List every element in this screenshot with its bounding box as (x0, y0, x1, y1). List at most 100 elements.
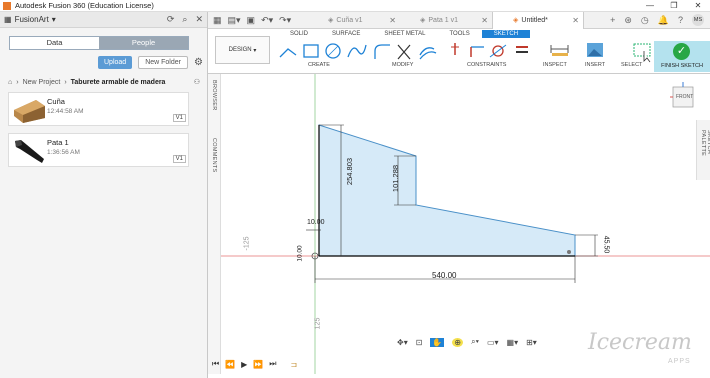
inspect-menu[interactable]: INSPECT (543, 62, 567, 68)
close-tab-icon[interactable]: ✕ (389, 16, 396, 25)
dim-small-height[interactable]: 10.00 (297, 245, 304, 261)
add-member-icon[interactable]: ⚇ (194, 78, 200, 86)
breadcrumb: ⌂ › New Project › Taburete armable de ma… (8, 78, 200, 87)
tab-tools[interactable]: TOOLS (437, 30, 481, 38)
spline-tool-icon (347, 44, 367, 58)
measure-tool-icon (550, 45, 569, 56)
part-icon: ◈ (513, 17, 519, 24)
workspace-label: DESIGN (228, 47, 252, 53)
close-button[interactable]: ✕ (686, 0, 710, 12)
tab-sketch[interactable]: SKETCH (481, 30, 531, 38)
extensions-icon[interactable]: ⊛ (624, 15, 632, 26)
insert-menu[interactable]: INSERT (585, 62, 605, 68)
new-tab-icon[interactable]: + (610, 15, 615, 25)
breadcrumb-parent[interactable]: New Project (23, 79, 61, 86)
tab-sheet-metal[interactable]: SHEET METAL (372, 30, 437, 38)
minimize-button[interactable]: — (638, 0, 662, 12)
fit-icon[interactable]: ⌕▾ (471, 337, 479, 347)
orbit-icon[interactable]: ✥▾ (397, 338, 408, 347)
watermark-logo: Icecream (588, 330, 692, 355)
tab-people[interactable]: People (99, 37, 188, 49)
tab-pata[interactable]: ◈ Pata 1 v1 ✕ (400, 12, 492, 29)
fillet-tool-icon (374, 44, 390, 59)
fusion-app-icon (3, 1, 11, 10)
select-tool-icon (633, 43, 651, 63)
step-back-icon[interactable]: ⏪ (225, 360, 235, 369)
timeline: ⏮ ⏪ ▶ ⏩ ⏭ ⊐ (212, 359, 297, 369)
notifications-icon[interactable]: 🔔 (658, 15, 669, 26)
maximize-button[interactable]: ❐ (662, 0, 686, 12)
ribbon-tabs: SOLID SURFACE SHEET METAL TOOLS SKETCH (278, 30, 531, 38)
grid-settings-icon[interactable]: ▦▾ (507, 338, 519, 347)
close-icon[interactable]: ✕ (195, 14, 203, 25)
zoom-icon[interactable]: ⊕ (452, 337, 464, 347)
view-cube[interactable]: FRONT (668, 80, 698, 110)
play-icon[interactable]: ▶ (241, 360, 247, 369)
workspace-selector[interactable]: DESIGN ▾ (215, 36, 270, 64)
go-to-start-icon[interactable]: ⏮ (212, 359, 219, 369)
finish-sketch-button[interactable]: ✓ FINISH SKETCH (654, 41, 710, 72)
tab-data[interactable]: Data (10, 37, 99, 49)
tab-cuna[interactable]: ◈ Cuña v1 ✕ (308, 12, 400, 29)
data-panel-header: ▦ FusionArt ▾ ⟳ ⌕ ✕ (0, 12, 207, 28)
list-item[interactable]: Cuña 12:44:58 AM V1 (8, 92, 189, 126)
data-panel: ▦ FusionArt ▾ ⟳ ⌕ ✕ Data People Upload N… (0, 12, 208, 378)
title-bar: Autodesk Fusion 360 (Education License) … (0, 0, 710, 12)
item-name: Pata 1 (47, 138, 69, 147)
display-settings-icon[interactable]: ▭▾ (487, 338, 499, 347)
viewports-icon[interactable]: ⊞▾ (526, 338, 537, 347)
chevron-down-icon: ▾ (251, 47, 257, 54)
version-badge[interactable]: V1 (172, 155, 186, 163)
constraints-menu[interactable]: CONSTRAINTS (467, 62, 506, 68)
dim-width[interactable]: 540.00 (432, 271, 456, 280)
select-menu[interactable]: SELECT (621, 62, 642, 68)
list-item[interactable]: Pata 1 1:36:56 AM V1 (8, 133, 189, 167)
close-tab-icon[interactable]: ✕ (481, 16, 488, 25)
sketch-timeline-icon[interactable]: ⊐ (291, 360, 298, 369)
close-tab-icon[interactable]: ✕ (572, 16, 579, 25)
dim-right-height[interactable]: 45.50 (602, 236, 609, 254)
redo-icon[interactable]: ↷▾ (279, 15, 291, 26)
dim-small-width[interactable]: 10.00 (307, 219, 325, 226)
part-thumbnail (14, 100, 45, 123)
home-icon[interactable]: ⌂ (8, 79, 12, 86)
rectangle-tool-icon (303, 44, 319, 58)
trim-tool-icon (397, 44, 411, 60)
gear-icon[interactable]: ⚙ (194, 57, 203, 68)
watermark-sub: APPS (668, 358, 691, 365)
axis-label-bottom: 125 (314, 317, 322, 330)
version-badge[interactable]: V1 (172, 114, 186, 122)
help-icon[interactable]: ? (678, 15, 683, 25)
tab-untitled[interactable]: ◈ Untitled* ✕ (492, 11, 584, 29)
undo-icon[interactable]: ↶▾ (261, 15, 273, 26)
document-tabs-bar: ▦ ▤▾ ▣ ↶▾ ↷▾ ◈ Cuña v1 ✕ ◈ Pata 1 v1 ✕ ◈… (208, 11, 710, 29)
view-cube-face-label: FRONT (676, 94, 694, 100)
data-people-toggle: Data People (9, 36, 189, 50)
pan-icon[interactable]: ✋ (430, 337, 445, 347)
breadcrumb-current: Taburete armable de madera (70, 78, 166, 86)
chevron-down-icon: ▾ (51, 15, 56, 24)
file-menu-icon[interactable]: ▤▾ (228, 15, 241, 26)
refresh-icon[interactable]: ⟳ (167, 14, 175, 25)
tab-solid[interactable]: SOLID (278, 30, 320, 38)
dim-step-height[interactable]: 101.288 (391, 165, 400, 192)
upload-button[interactable]: Upload (98, 56, 133, 69)
go-to-end-icon[interactable]: ⏭ (269, 359, 276, 369)
job-status-icon[interactable]: ◷ (641, 15, 649, 26)
checkmark-icon: ✓ (673, 43, 690, 60)
navigation-toolbar: ✥▾ ⊡ ✋ ⊕ ⌕▾ ▭▾ ▦▾ ⊞▾ (397, 337, 537, 347)
sketch-point (567, 250, 571, 254)
tab-surface[interactable]: SURFACE (320, 30, 372, 38)
offset-tool-icon (419, 47, 437, 60)
avatar[interactable]: MS (692, 14, 704, 26)
new-folder-button[interactable]: New Folder (138, 56, 188, 69)
hub-selector[interactable]: ▦ FusionArt ▾ (4, 15, 56, 24)
search-icon[interactable]: ⌕ (182, 14, 187, 25)
create-menu[interactable]: CREATE (308, 62, 330, 68)
dim-height-left[interactable]: 254.803 (345, 158, 354, 185)
save-icon[interactable]: ▣ (247, 15, 256, 26)
modify-menu[interactable]: MODIFY (392, 62, 413, 68)
step-forward-icon[interactable]: ⏩ (253, 360, 263, 369)
look-at-icon[interactable]: ⊡ (416, 338, 423, 347)
apps-grid-icon[interactable]: ▦ (213, 15, 222, 26)
